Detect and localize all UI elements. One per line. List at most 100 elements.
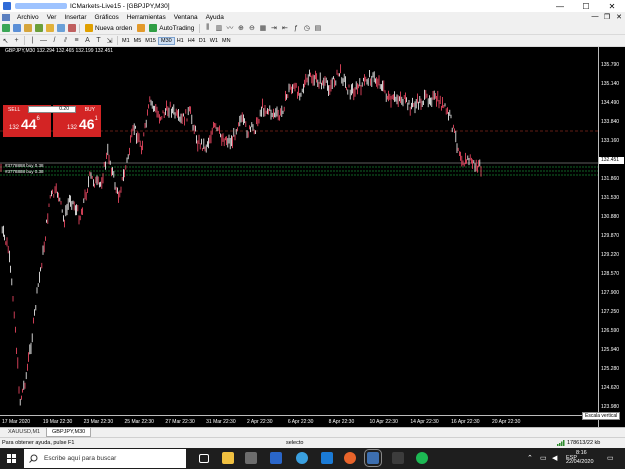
menu-ventana[interactable]: Ventana bbox=[170, 14, 202, 21]
connection-status: 178613/22 kb bbox=[567, 440, 601, 446]
timeframe-w1[interactable]: W1 bbox=[208, 38, 220, 44]
time-axis-label: 8 Apr 22:30 bbox=[328, 419, 355, 425]
timeframe-mn[interactable]: MN bbox=[220, 38, 233, 44]
new-order-button[interactable]: Nueva orden bbox=[83, 23, 134, 33]
chart-window: GBPJPY,M30 132.294 132.465 132.199 132.4… bbox=[0, 47, 625, 427]
line-chart-icon[interactable]: 〰 bbox=[225, 23, 234, 33]
minimize-button[interactable]: — bbox=[547, 0, 573, 12]
tray-expand-icon[interactable]: ⌃ bbox=[527, 454, 533, 462]
autotrading-label: AutoTrading bbox=[159, 24, 195, 32]
timeframe-m5[interactable]: M5 bbox=[132, 38, 144, 44]
menu-archivo[interactable]: Archivo bbox=[13, 14, 43, 21]
zoom-in-icon[interactable]: ⊕ bbox=[236, 23, 245, 33]
templates-icon[interactable]: ▤ bbox=[313, 23, 322, 33]
cursor-icon[interactable]: ↖ bbox=[1, 36, 10, 46]
windows-start-icon[interactable] bbox=[7, 454, 16, 463]
chrome-icon[interactable] bbox=[296, 452, 308, 464]
account-redacted bbox=[15, 3, 67, 9]
channel-icon[interactable]: ⫽ bbox=[61, 36, 70, 46]
task-view-icon[interactable] bbox=[199, 454, 209, 463]
vertical-line-icon[interactable]: | bbox=[28, 36, 37, 46]
profiles-icon[interactable] bbox=[12, 23, 21, 33]
maximize-button[interactable]: ☐ bbox=[573, 0, 599, 12]
menu-ver[interactable]: Ver bbox=[43, 14, 61, 21]
edge-icon[interactable] bbox=[321, 452, 333, 464]
taskbar-search-box[interactable]: Escribe aquí para buscar bbox=[24, 449, 186, 468]
data-window-icon[interactable] bbox=[34, 23, 43, 33]
chart-shift-icon[interactable]: ⇤ bbox=[280, 23, 289, 33]
network-icon[interactable]: ▭ bbox=[540, 454, 547, 462]
autoscroll-icon[interactable]: ⇥ bbox=[269, 23, 278, 33]
menu-herramientas[interactable]: Herramientas bbox=[123, 14, 170, 21]
tab-gbpjpy-m30[interactable]: GBPJPY,M30 bbox=[46, 428, 92, 437]
chart-caption: GBPJPY,M30 132.294 132.465 132.199 132.4… bbox=[0, 47, 625, 55]
market-watch-icon[interactable] bbox=[23, 23, 32, 33]
sell-price-pip: 6 bbox=[36, 116, 40, 122]
tab-xauusd-m1[interactable]: XAUUSD,M1 bbox=[3, 428, 45, 437]
fibonacci-icon[interactable]: ≡ bbox=[72, 36, 81, 46]
indicators-icon[interactable]: ƒ bbox=[291, 23, 300, 33]
price-scale-label: 125.280 bbox=[601, 366, 620, 372]
timeframe-m1[interactable]: M1 bbox=[120, 38, 132, 44]
horizontal-line-icon[interactable]: — bbox=[39, 36, 48, 46]
menu-graficos[interactable]: Gráficos bbox=[91, 14, 123, 21]
app-icon[interactable] bbox=[392, 452, 404, 464]
clock-time[interactable]: 8:16 bbox=[576, 450, 587, 456]
chart-window-icon[interactable] bbox=[2, 13, 10, 21]
terminal-icon[interactable] bbox=[56, 23, 65, 33]
navigator-icon[interactable] bbox=[45, 23, 54, 33]
timeframe-m15[interactable]: M15 bbox=[143, 38, 158, 44]
windows-taskbar: Escribe aquí para buscar ⌃ ▭ ◀ ESP 8:16 … bbox=[0, 448, 625, 469]
status-bar: Para obtener ayuda, pulse F1 selecto 178… bbox=[0, 437, 625, 448]
file-explorer-icon[interactable] bbox=[222, 452, 234, 464]
trendline-icon[interactable]: / bbox=[50, 36, 59, 46]
time-axis-label: 23 Mar 22:30 bbox=[83, 419, 114, 425]
firefox-icon[interactable] bbox=[344, 452, 356, 464]
tile-windows-icon[interactable]: ▦ bbox=[258, 23, 267, 33]
metatrader-taskbar-icon[interactable] bbox=[364, 449, 382, 467]
menu-ayuda[interactable]: Ayuda bbox=[202, 14, 228, 21]
price-scale-label: 129.220 bbox=[601, 252, 620, 258]
crosshair-icon[interactable]: + bbox=[12, 36, 21, 46]
timeframe-m30[interactable]: M30 bbox=[157, 36, 175, 45]
time-axis-label: 19 Mar 22:30 bbox=[42, 419, 73, 425]
store-icon[interactable] bbox=[245, 452, 257, 464]
chart-close-button[interactable]: ✕ bbox=[613, 13, 625, 21]
timeframe-h1[interactable]: H1 bbox=[175, 38, 186, 44]
search-placeholder: Escribe aquí para buscar bbox=[44, 455, 117, 462]
menu-insertar[interactable]: Insertar bbox=[60, 14, 90, 21]
clock-date[interactable]: 22/04/2020 bbox=[566, 459, 594, 465]
drawing-toolbar: ↖ + | — / ⫽ ≡ A T ⇲ M1 M5 M15 M30 H1 H4 … bbox=[0, 35, 625, 47]
chart-restore-button[interactable]: ❐ bbox=[601, 13, 613, 21]
meta-editor-icon[interactable] bbox=[136, 23, 145, 33]
time-axis-label: 2 Apr 22:30 bbox=[247, 419, 273, 425]
help-text: Para obtener ayuda, pulse F1 bbox=[2, 440, 75, 446]
periods-icon[interactable]: ◷ bbox=[302, 23, 311, 33]
text-icon[interactable]: A bbox=[83, 36, 92, 46]
volume-icon[interactable]: ◀ bbox=[552, 454, 557, 462]
chart-area[interactable] bbox=[0, 47, 598, 427]
label-icon[interactable]: T bbox=[94, 36, 103, 46]
notifications-icon[interactable]: ▭ bbox=[607, 454, 614, 462]
time-axis-label: 16 Apr 22:30 bbox=[451, 419, 480, 425]
price-scale[interactable]: 135.790 135.140 134.490 133.840 133.160 132.4… bbox=[598, 47, 625, 427]
time-axis-label: 17 Mar 2020 bbox=[2, 419, 31, 425]
lot-size-input[interactable]: 0.20 bbox=[28, 106, 76, 113]
bar-chart-icon[interactable]: ⫼ bbox=[203, 23, 212, 33]
sell-price-prefix: 132 bbox=[9, 125, 20, 131]
spotify-icon[interactable] bbox=[416, 452, 428, 464]
chart-caption-text: GBPJPY,M30 132.294 132.465 132.199 132.4… bbox=[5, 48, 114, 54]
time-axis[interactable]: 17 Mar 2020 19 Mar 22:30 23 Mar 22:30 25 Ma… bbox=[0, 415, 598, 427]
new-order-icon bbox=[85, 24, 93, 32]
new-chart-icon[interactable] bbox=[1, 23, 10, 33]
zoom-out-icon[interactable]: ⊖ bbox=[247, 23, 256, 33]
candlestick-icon[interactable]: ▥ bbox=[214, 23, 223, 33]
mail-icon[interactable] bbox=[270, 452, 282, 464]
arrows-icon[interactable]: ⇲ bbox=[105, 36, 114, 46]
autotrading-button[interactable]: AutoTrading bbox=[147, 23, 196, 33]
timeframe-d1[interactable]: D1 bbox=[197, 38, 208, 44]
chart-minimize-button[interactable]: — bbox=[589, 13, 601, 21]
close-button[interactable]: ✕ bbox=[599, 0, 625, 12]
timeframe-h4[interactable]: H4 bbox=[186, 38, 197, 44]
strategy-tester-icon[interactable] bbox=[67, 23, 76, 33]
